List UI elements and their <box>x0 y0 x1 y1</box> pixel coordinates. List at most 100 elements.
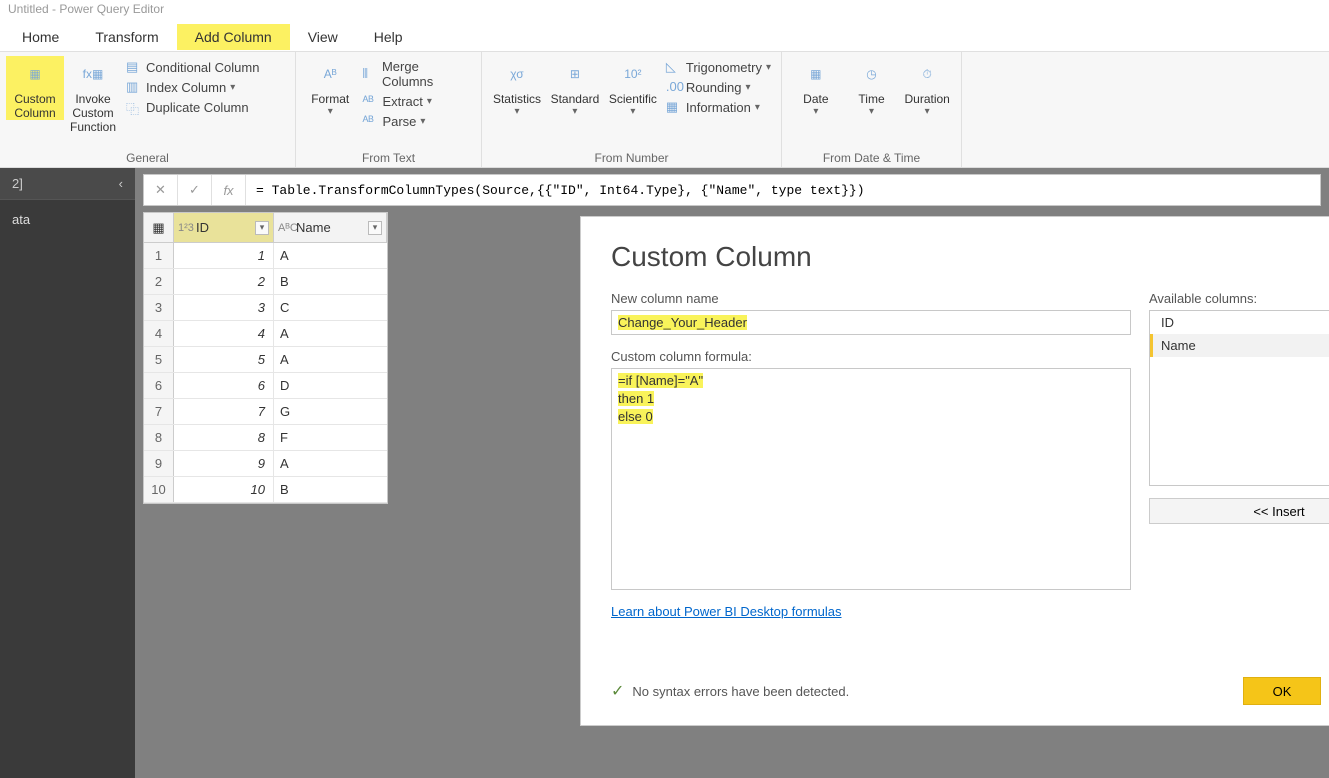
group-label-text: From Text <box>296 150 481 167</box>
trigonometry-button[interactable]: ◺Trigonometry ▾ <box>662 58 775 76</box>
trig-icon: ◺ <box>666 59 682 75</box>
extract-icon: ᴬᴮ <box>362 93 378 109</box>
queries-sidebar: 2] ‹ ata <box>0 168 135 778</box>
accept-formula-icon[interactable]: ✓ <box>178 175 212 205</box>
rounding-icon: .00 <box>666 79 682 95</box>
chevron-down-icon: ▾ <box>230 82 235 93</box>
row-number: 6 <box>144 373 174 398</box>
group-label-number: From Number <box>482 150 781 167</box>
dialog-title: Custom Column <box>611 241 1329 273</box>
format-button[interactable]: Aᴮ Format▾ <box>302 56 358 117</box>
cell-id[interactable]: 10 <box>174 477 274 502</box>
merge-icon: ⫴ <box>362 66 378 82</box>
date-button[interactable]: ▦Date▾ <box>788 56 844 117</box>
menu-home[interactable]: Home <box>4 24 77 50</box>
data-grid: ▦ 1²3 ID ▾ AᴮC Name ▾ 11A22B33C44A55A66D… <box>143 212 388 504</box>
cell-id[interactable]: 4 <box>174 321 274 346</box>
cell-id[interactable]: 1 <box>174 243 274 268</box>
ok-button[interactable]: OK <box>1243 677 1321 705</box>
time-button[interactable]: ◷Time▾ <box>844 56 900 117</box>
formula-textarea[interactable]: =if [Name]="A" then 1 else 0 <box>611 368 1131 590</box>
duplicate-column-button[interactable]: ⿻Duplicate Column <box>122 98 263 116</box>
cell-name[interactable]: A <box>274 451 387 476</box>
sidebar-item[interactable]: ata <box>0 200 135 239</box>
menu-transform[interactable]: Transform <box>77 24 176 50</box>
table-row[interactable]: 11A <box>144 243 387 269</box>
time-icon: ◷ <box>856 58 888 90</box>
row-number: 1 <box>144 243 174 268</box>
cell-name[interactable]: A <box>274 243 387 268</box>
insert-button[interactable]: << Insert <box>1149 498 1329 524</box>
custom-column-button[interactable]: ▦ Custom Column <box>6 56 64 120</box>
cell-id[interactable]: 8 <box>174 425 274 450</box>
scientific-button[interactable]: 10²Scientific▾ <box>604 56 662 117</box>
menu-add-column[interactable]: Add Column <box>177 24 290 50</box>
group-label-general: General <box>0 150 295 167</box>
cell-name[interactable]: C <box>274 295 387 320</box>
custom-column-icon: ▦ <box>19 58 51 90</box>
grid-corner-icon[interactable]: ▦ <box>144 213 174 242</box>
chevron-down-icon[interactable]: ▾ <box>368 221 382 235</box>
merge-columns-button[interactable]: ⫴Merge Columns <box>358 58 475 90</box>
list-item[interactable]: ID <box>1150 311 1329 334</box>
ribbon: ▦ Custom Column fx▦ Invoke Custom Functi… <box>0 52 1329 168</box>
cell-id[interactable]: 6 <box>174 373 274 398</box>
table-row[interactable]: 55A <box>144 347 387 373</box>
list-item[interactable]: Name <box>1150 334 1329 357</box>
rounding-button[interactable]: .00Rounding ▾ <box>662 78 775 96</box>
table-row[interactable]: 44A <box>144 321 387 347</box>
menu-view[interactable]: View <box>290 24 356 50</box>
row-number: 7 <box>144 399 174 424</box>
menu-bar: Home Transform Add Column View Help <box>0 22 1329 52</box>
row-number: 8 <box>144 425 174 450</box>
information-button[interactable]: ▦Information ▾ <box>662 98 775 116</box>
statistics-button[interactable]: χσStatistics▾ <box>488 56 546 117</box>
table-row[interactable]: 88F <box>144 425 387 451</box>
cell-name[interactable]: A <box>274 321 387 346</box>
cell-name[interactable]: G <box>274 399 387 424</box>
table-row[interactable]: 33C <box>144 295 387 321</box>
extract-button[interactable]: ᴬᴮExtract ▾ <box>358 92 475 110</box>
row-number: 2 <box>144 269 174 294</box>
table-row[interactable]: 77G <box>144 399 387 425</box>
new-column-input[interactable]: Change_Your_Header <box>611 310 1131 335</box>
column-header-id[interactable]: 1²3 ID ▾ <box>174 213 274 242</box>
fx-icon[interactable]: fx <box>212 175 246 205</box>
cell-id[interactable]: 9 <box>174 451 274 476</box>
conditional-column-button[interactable]: ▤Conditional Column <box>122 58 263 76</box>
chevron-left-icon: ‹ <box>119 176 123 191</box>
sidebar-header[interactable]: 2] ‹ <box>0 168 135 200</box>
cell-id[interactable]: 3 <box>174 295 274 320</box>
menu-help[interactable]: Help <box>356 24 421 50</box>
index-icon: ▥ <box>126 79 142 95</box>
parse-button[interactable]: ᴬᴮParse ▾ <box>358 112 475 130</box>
available-columns-label: Available columns: <box>1149 291 1329 306</box>
standard-icon: ⊞ <box>559 58 591 90</box>
chevron-down-icon[interactable]: ▾ <box>255 221 269 235</box>
learn-link[interactable]: Learn about Power BI Desktop formulas <box>611 604 842 619</box>
cell-name[interactable]: B <box>274 269 387 294</box>
cancel-formula-icon[interactable]: ✕ <box>144 175 178 205</box>
formula-input[interactable] <box>246 183 1320 198</box>
cell-name[interactable]: D <box>274 373 387 398</box>
cell-name[interactable]: F <box>274 425 387 450</box>
row-number: 5 <box>144 347 174 372</box>
duration-button[interactable]: ⏱Duration▾ <box>899 56 955 117</box>
cell-name[interactable]: A <box>274 347 387 372</box>
type-number-icon: 1²3 <box>178 222 196 234</box>
table-row[interactable]: 22B <box>144 269 387 295</box>
cell-name[interactable]: B <box>274 477 387 502</box>
column-header-name[interactable]: AᴮC Name ▾ <box>274 213 387 242</box>
table-row[interactable]: 66D <box>144 373 387 399</box>
invoke-custom-fn-button[interactable]: fx▦ Invoke Custom Function <box>64 56 122 134</box>
standard-button[interactable]: ⊞Standard▾ <box>546 56 604 117</box>
cell-id[interactable]: 7 <box>174 399 274 424</box>
cell-id[interactable]: 2 <box>174 269 274 294</box>
table-row[interactable]: 99A <box>144 451 387 477</box>
index-column-button[interactable]: ▥Index Column ▾ <box>122 78 263 96</box>
cell-id[interactable]: 5 <box>174 347 274 372</box>
table-row[interactable]: 1010B <box>144 477 387 503</box>
row-number: 4 <box>144 321 174 346</box>
duration-icon: ⏱ <box>911 58 943 90</box>
row-number: 9 <box>144 451 174 476</box>
